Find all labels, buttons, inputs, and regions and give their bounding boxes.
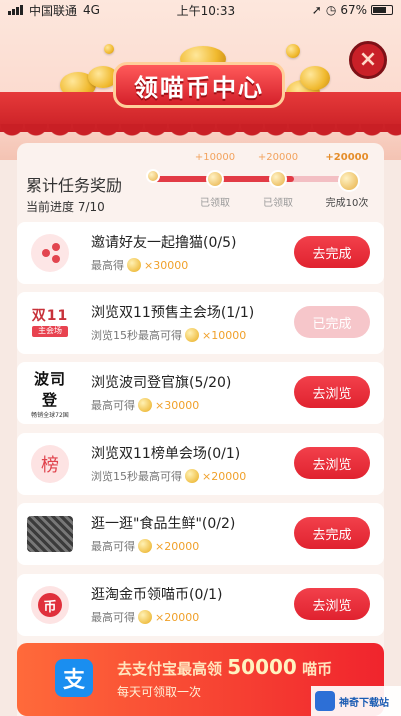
task-action-button[interactable]: 去浏览 [294,447,370,479]
task-subtitle: 最高得 ×30000 [91,258,189,272]
coin-decoration [104,44,114,54]
task-reward: ×20000 [155,610,200,624]
signal-icon [8,5,23,15]
battery-percent: 67% [340,3,367,17]
task-item: 榜 浏览双11榜单会场(0/1) 浏览15秒最高可得 ×20000 去浏览 [17,433,384,495]
milestone-coin [338,170,360,192]
task-item: 邀请好友一起撸猫(0/5) 最高得 ×30000 去完成 [17,222,384,284]
close-button[interactable]: × [349,41,387,79]
milestone-coin [269,170,287,188]
taocoin-icon: 币 [31,586,69,624]
task-item: 逛一逛"食品生鲜"(0/2) 最高可得 ×20000 去完成 [17,503,384,565]
task-subtitle: 最高可得 ×20000 [91,610,200,624]
task-item: 波司登 畅销全球72国 浏览波司登官旗(5/20) 最高可得 ×30000 去浏… [17,362,384,424]
coin-icon [138,610,152,624]
milestone-reward: +10000 [194,152,236,163]
task-subtitle: 浏览15秒最高可得 ×10000 [91,328,247,342]
bosideng-logo-icon: 波司登 畅销全球72国 [31,369,69,419]
milestone-reward: +20000 [325,152,369,163]
double11-logo-icon: 双11 主会场 [31,307,69,338]
task-title: 逛一逛"食品生鲜"(0/2) [91,516,236,532]
hero-banner: 领喵币中心 × [0,0,401,160]
task-title: 浏览双11榜单会场(0/1) [91,446,241,462]
coin-icon [138,398,152,412]
task-action-button[interactable]: 去完成 [294,236,370,268]
task-action-button[interactable]: 去完成 [294,517,370,549]
task-item: 币 逛淘金币领喵币(0/1) 最高可得 ×20000 去浏览 [17,574,384,636]
coin-icon [185,469,199,483]
carrier-label: 中国联通 [29,3,78,18]
alarm-icon: ◷ [325,3,337,17]
progress-section: 累计任务奖励 当前进度 7/10 +10000 已领取 +20000 已领取 +… [26,150,376,214]
battery-icon [370,5,393,15]
task-action-button[interactable]: 去浏览 [294,588,370,620]
coin-icon [138,539,152,553]
milestone-status: 已领取 [263,198,293,209]
task-item: 双11 主会场 浏览双11预售主会场(1/1) 浏览15秒最高可得 ×10000… [17,292,384,354]
task-reward: ×30000 [155,398,200,412]
coin-icon [185,328,199,342]
food-icon [27,516,73,552]
time-label: 上午10:33 [176,3,236,18]
progress-title: 累计任务奖励 [26,176,123,195]
task-title: 浏览波司登官旗(5/20) [91,375,232,391]
coin-icon [127,258,141,272]
task-action-button[interactable]: 已完成 [294,306,370,338]
task-title: 逛淘金币领喵币(0/1) [91,587,223,603]
milestone-status: 完成10次 [325,198,369,209]
coin-decoration [300,66,330,90]
milestone-reward: +20000 [257,152,299,163]
task-action-button[interactable]: 去浏览 [294,376,370,408]
site-watermark: 神奇下载站 [311,686,401,716]
promo-subtitle: 每天可领取一次 [117,685,202,699]
progress-current: 当前进度 7/10 [26,200,105,214]
task-title: 邀请好友一起撸猫(0/5) [91,235,237,251]
coin-decoration [286,44,300,58]
task-subtitle: 最高可得 ×30000 [91,398,200,412]
task-subtitle: 浏览15秒最高可得 ×20000 [91,469,247,483]
milestone-status: 已领取 [200,198,230,209]
progress-start-coin [146,169,160,183]
location-icon: ➚ [311,3,322,17]
share-icon [31,234,69,272]
promo-title: 去支付宝最高领 50000 喵币 [117,655,333,679]
progress-track [154,176,354,182]
page-title: 领喵币中心 [113,62,285,108]
close-icon: × [358,47,378,72]
network-label: 4G [83,3,100,17]
task-title: 浏览双11预售主会场(1/1) [91,305,255,321]
milestone-coin [206,170,224,188]
task-reward: ×10000 [202,328,247,342]
task-reward: ×30000 [144,258,189,272]
task-reward: ×20000 [155,539,200,553]
rank-icon: 榜 [31,445,69,483]
task-reward: ×20000 [202,469,247,483]
status-bar: 中国联通 4G 上午10:33 ➚ ◷ 67% [0,0,401,20]
alipay-icon: 支 [55,659,93,697]
task-subtitle: 最高可得 ×20000 [91,539,200,553]
watermark-logo-icon [315,691,335,711]
